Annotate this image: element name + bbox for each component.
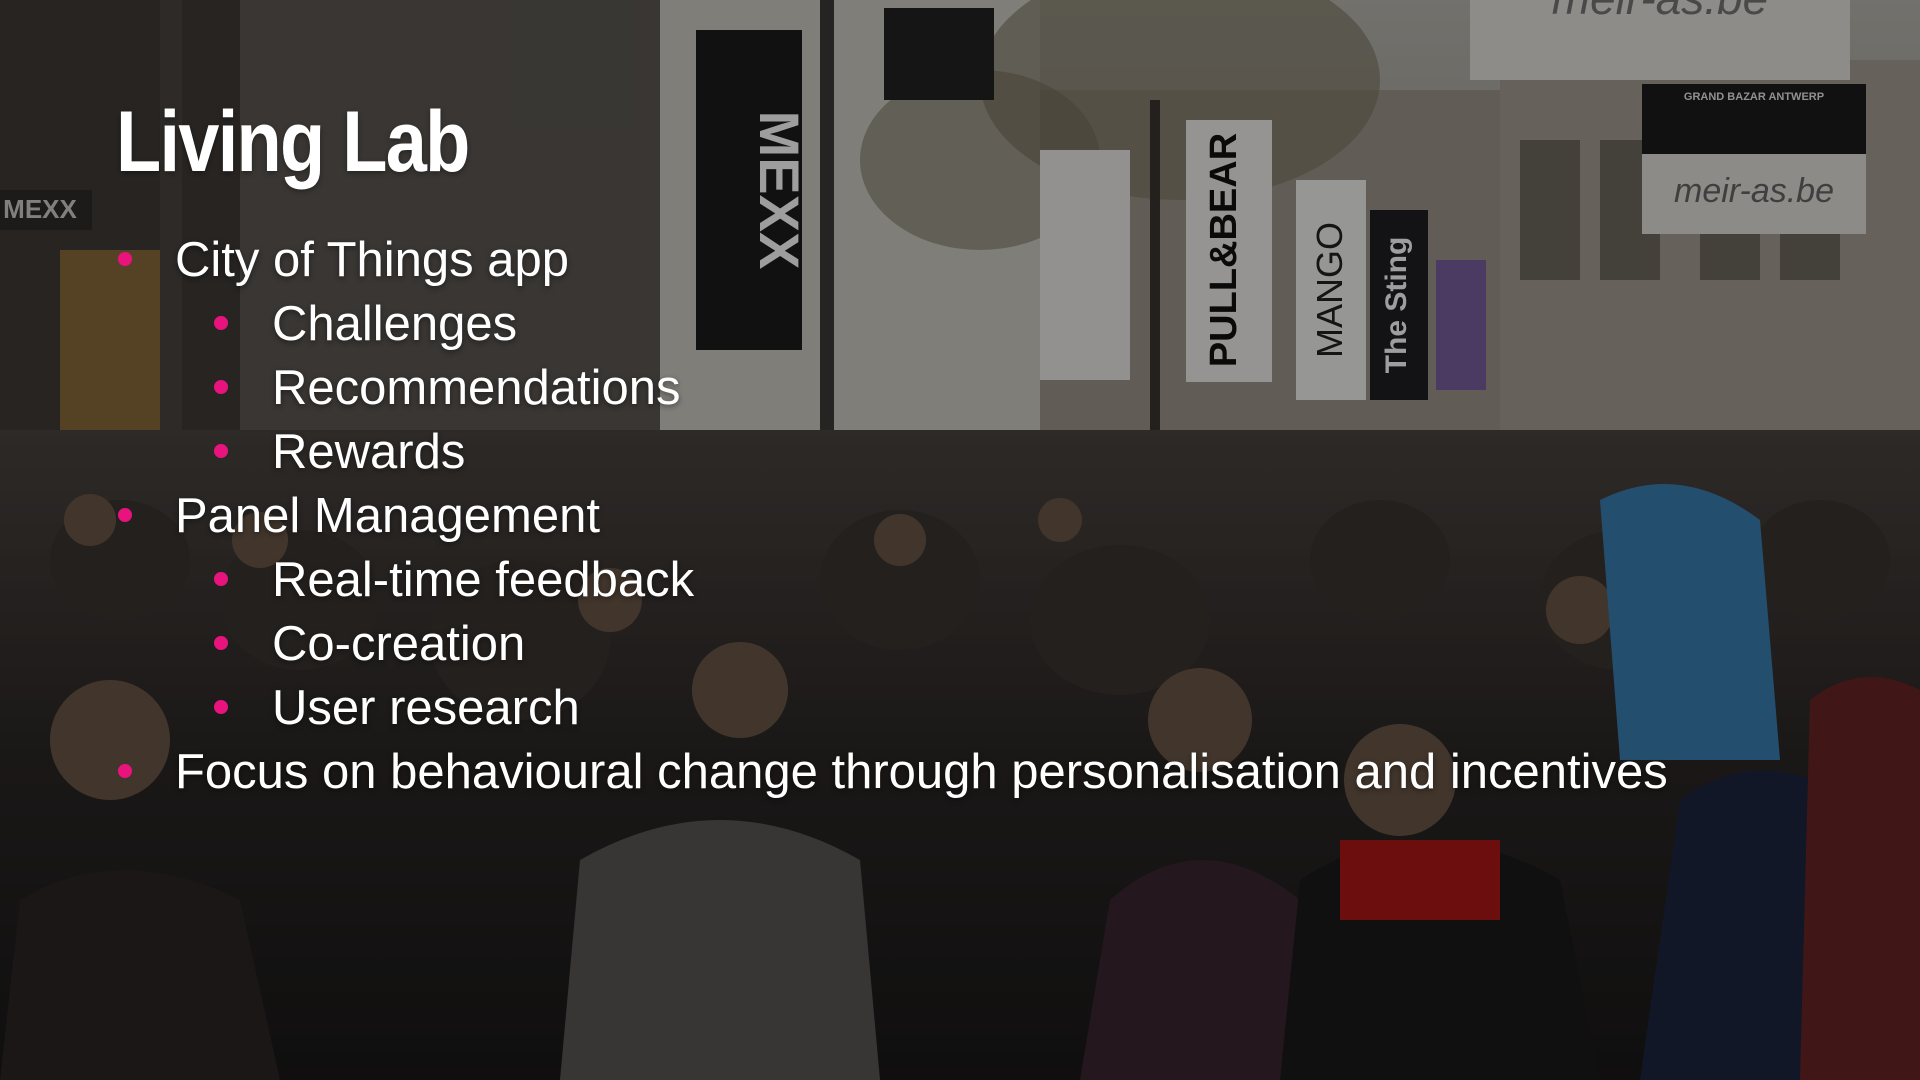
bullet-text: Panel Management (175, 489, 600, 543)
bullet-text: Rewards (272, 425, 466, 479)
bullet-dot-icon (214, 636, 228, 650)
bullet-text: User research (272, 681, 580, 735)
bullet-dot-icon (214, 444, 228, 458)
bullet-dot-icon (118, 508, 132, 522)
sub-bullet-item: Co-creation (0, 612, 1672, 676)
bullet-text: Challenges (272, 297, 518, 351)
bullet-text: Co-creation (272, 617, 526, 671)
slide: MEXX PULL&BEAR MANGO The Sting meir-as.b… (0, 0, 1920, 1080)
bullet-item: City of Things app (0, 228, 1695, 292)
bullet-dot-icon (118, 764, 132, 778)
slide-title: Living Lab (116, 94, 470, 190)
bullet-text: Recommendations (272, 361, 681, 415)
sub-bullet-item: Rewards (0, 420, 1672, 484)
bullet-list: City of Things app Challenges Recommenda… (0, 228, 1920, 804)
sub-bullet-item: Recommendations (0, 356, 1672, 420)
sub-bullet-item: Challenges (0, 292, 1672, 356)
sub-bullet-item: Real-time feedback (0, 548, 1672, 612)
bullet-dot-icon (214, 380, 228, 394)
bullet-dot-icon (214, 700, 228, 714)
bullet-text: City of Things app (175, 233, 570, 287)
bullet-text: Real-time feedback (272, 553, 695, 607)
bullet-dot-icon (118, 252, 132, 266)
bullet-item: Focus on behavioural change through pers… (0, 740, 1695, 804)
sub-bullet-item: User research (0, 676, 1672, 740)
bullet-dot-icon (214, 316, 228, 330)
bullet-item: Panel Management (0, 484, 1695, 548)
bullet-text: Focus on behavioural change through pers… (175, 745, 1668, 799)
bullet-dot-icon (214, 572, 228, 586)
